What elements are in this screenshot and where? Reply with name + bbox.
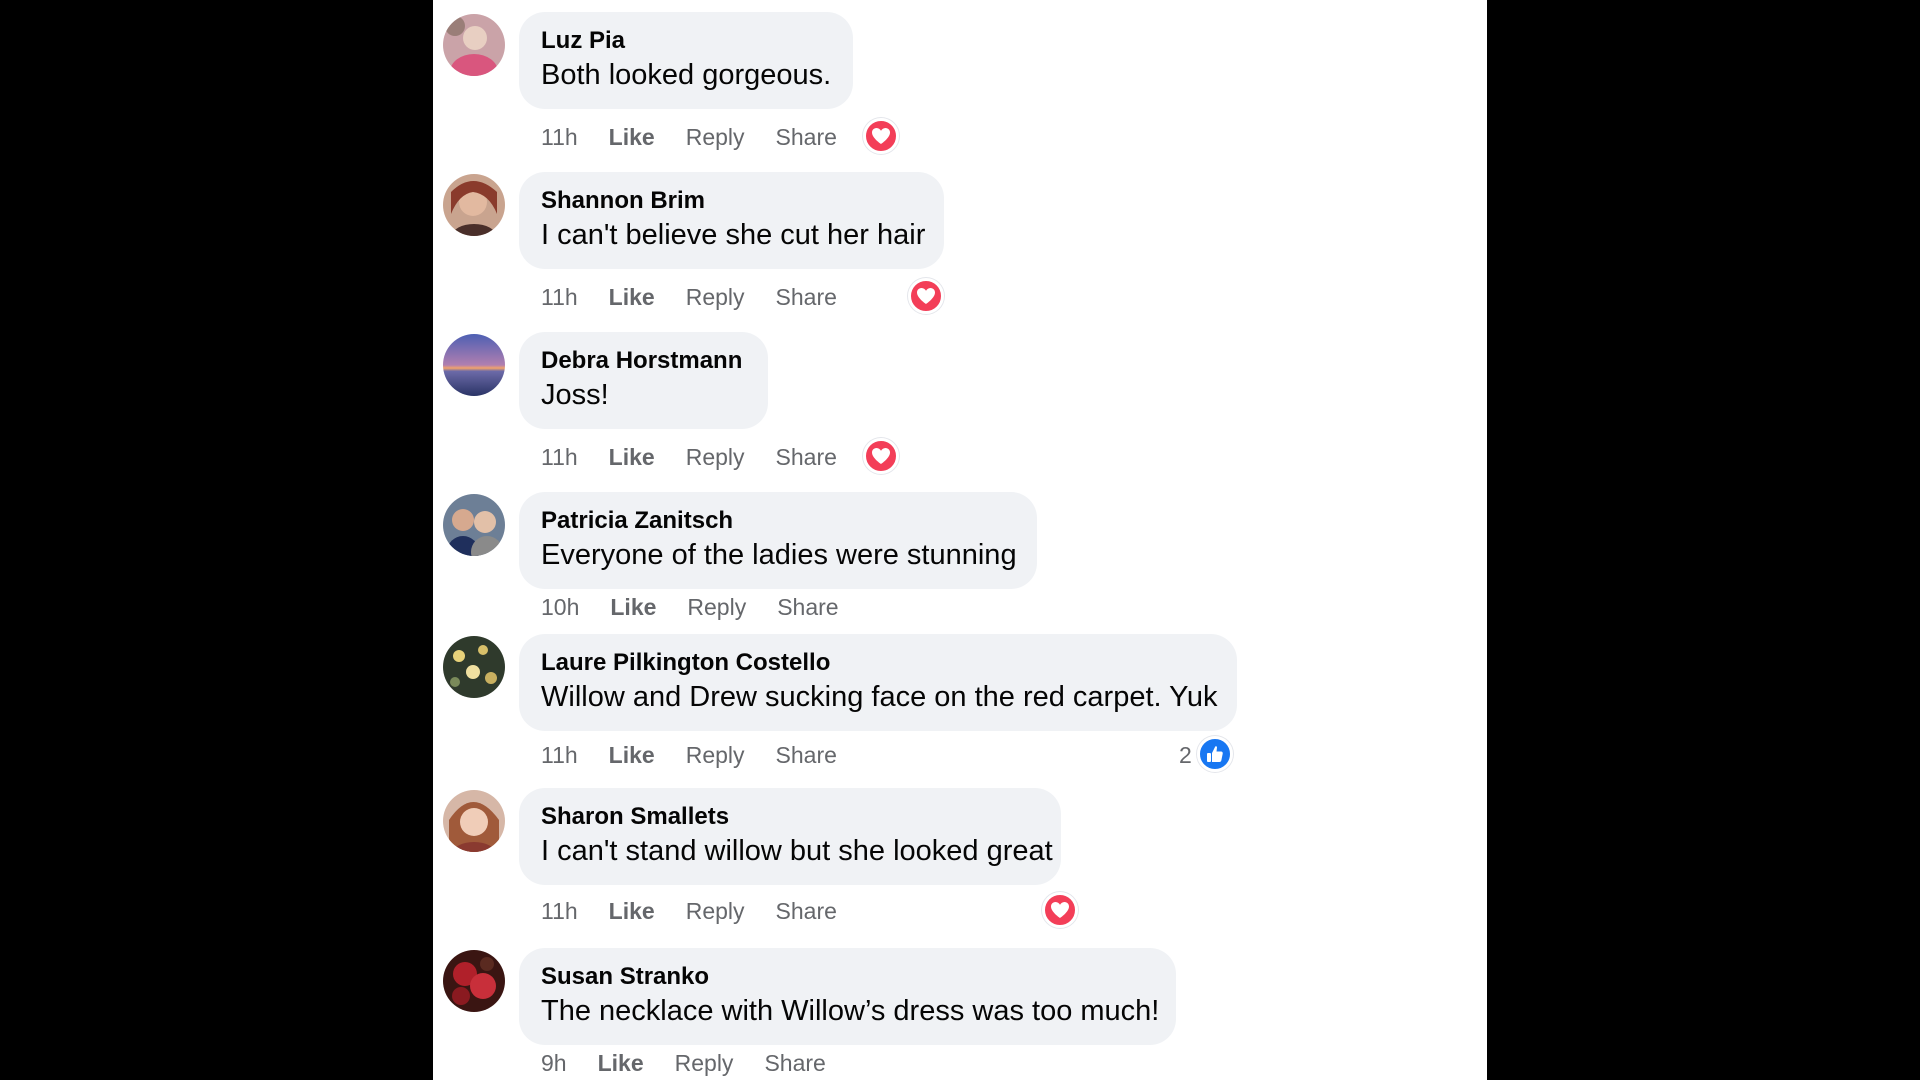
- comment-author[interactable]: Susan Stranko: [541, 962, 1154, 992]
- comment-text: Everyone of the ladies were stunning: [541, 539, 1017, 571]
- share-button[interactable]: Share: [776, 284, 837, 311]
- like-button[interactable]: Like: [609, 742, 655, 769]
- share-button[interactable]: Share: [777, 594, 838, 621]
- heart-icon[interactable]: [863, 438, 899, 474]
- comment-bubble: Shannon Brim I can't believe she cut her…: [519, 172, 944, 269]
- comments-panel: Luz Pia Both looked gorgeous. 11h Like R…: [433, 0, 1487, 1080]
- heart-icon[interactable]: [1042, 892, 1078, 928]
- comment-text: Willow and Drew sucking face on the red …: [541, 681, 1218, 713]
- comment-timestamp[interactable]: 9h: [541, 1050, 567, 1077]
- share-button[interactable]: Share: [776, 124, 837, 151]
- like-button[interactable]: Like: [609, 898, 655, 925]
- comment-timestamp[interactable]: 11h: [541, 742, 578, 769]
- comment-bubble: Luz Pia Both looked gorgeous.: [519, 12, 853, 109]
- comment-text: The necklace with Willow’s dress was too…: [541, 995, 1160, 1027]
- avatar[interactable]: [443, 950, 505, 1012]
- comment-bubble: Susan Stranko The necklace with Willow’s…: [519, 948, 1176, 1045]
- comment-bubble: Laure Pilkington Costello Willow and Dre…: [519, 634, 1237, 731]
- avatar[interactable]: [443, 494, 505, 556]
- comment-timestamp[interactable]: 10h: [541, 594, 579, 621]
- comment-timestamp[interactable]: 11h: [541, 124, 578, 151]
- comment-author[interactable]: Luz Pia: [541, 26, 831, 56]
- comment-timestamp[interactable]: 11h: [541, 284, 578, 311]
- share-button[interactable]: Share: [776, 742, 837, 769]
- reaction-count[interactable]: 2: [1179, 742, 1192, 769]
- comment-bubble: Debra Horstmann Joss!: [519, 332, 768, 429]
- comment-author[interactable]: Patricia Zanitsch: [541, 506, 1015, 536]
- reply-button[interactable]: Reply: [686, 284, 745, 311]
- share-button[interactable]: Share: [776, 898, 837, 925]
- comment-timestamp[interactable]: 11h: [541, 898, 578, 925]
- reply-button[interactable]: Reply: [686, 742, 745, 769]
- comment-text: I can't believe she cut her hair: [541, 219, 926, 251]
- comment-text: Joss!: [541, 379, 609, 411]
- comment-actions: 11h Like Reply Share: [541, 280, 837, 314]
- heart-icon[interactable]: [863, 118, 899, 154]
- avatar[interactable]: [443, 790, 505, 852]
- comment-author[interactable]: Debra Horstmann: [541, 346, 746, 376]
- thumbs-up-icon[interactable]: [1197, 736, 1233, 772]
- comment-text: I can't stand willow but she looked grea…: [541, 835, 1053, 867]
- avatar[interactable]: [443, 174, 505, 236]
- comment-actions: 11h Like Reply Share: [541, 120, 837, 154]
- comment-timestamp[interactable]: 11h: [541, 444, 578, 471]
- avatar[interactable]: [443, 14, 505, 76]
- avatar[interactable]: [443, 636, 505, 698]
- comment-actions: 11h Like Reply Share: [541, 440, 837, 474]
- comment-actions: 11h Like Reply Share: [541, 738, 837, 772]
- reply-button[interactable]: Reply: [687, 594, 746, 621]
- reply-button[interactable]: Reply: [686, 898, 745, 925]
- comment-author[interactable]: Laure Pilkington Costello: [541, 648, 1215, 678]
- reply-button[interactable]: Reply: [686, 124, 745, 151]
- heart-icon[interactable]: [908, 278, 944, 314]
- comment-bubble: Patricia Zanitsch Everyone of the ladies…: [519, 492, 1037, 589]
- comment-author[interactable]: Shannon Brim: [541, 186, 922, 216]
- comment-actions: 10h Like Reply Share: [541, 590, 839, 624]
- like-button[interactable]: Like: [610, 594, 656, 621]
- comment-author[interactable]: Sharon Smallets: [541, 802, 1039, 832]
- like-button[interactable]: Like: [609, 444, 655, 471]
- comment-text: Both looked gorgeous.: [541, 59, 832, 91]
- reply-button[interactable]: Reply: [675, 1050, 734, 1077]
- comment-actions: 9h Like Reply Share: [541, 1046, 826, 1080]
- reply-button[interactable]: Reply: [686, 444, 745, 471]
- avatar[interactable]: [443, 334, 505, 396]
- comment-actions: 11h Like Reply Share: [541, 894, 837, 928]
- share-button[interactable]: Share: [776, 444, 837, 471]
- like-button[interactable]: Like: [609, 124, 655, 151]
- like-button[interactable]: Like: [609, 284, 655, 311]
- comment-bubble: Sharon Smallets I can't stand willow but…: [519, 788, 1061, 885]
- like-button[interactable]: Like: [598, 1050, 644, 1077]
- share-button[interactable]: Share: [764, 1050, 825, 1077]
